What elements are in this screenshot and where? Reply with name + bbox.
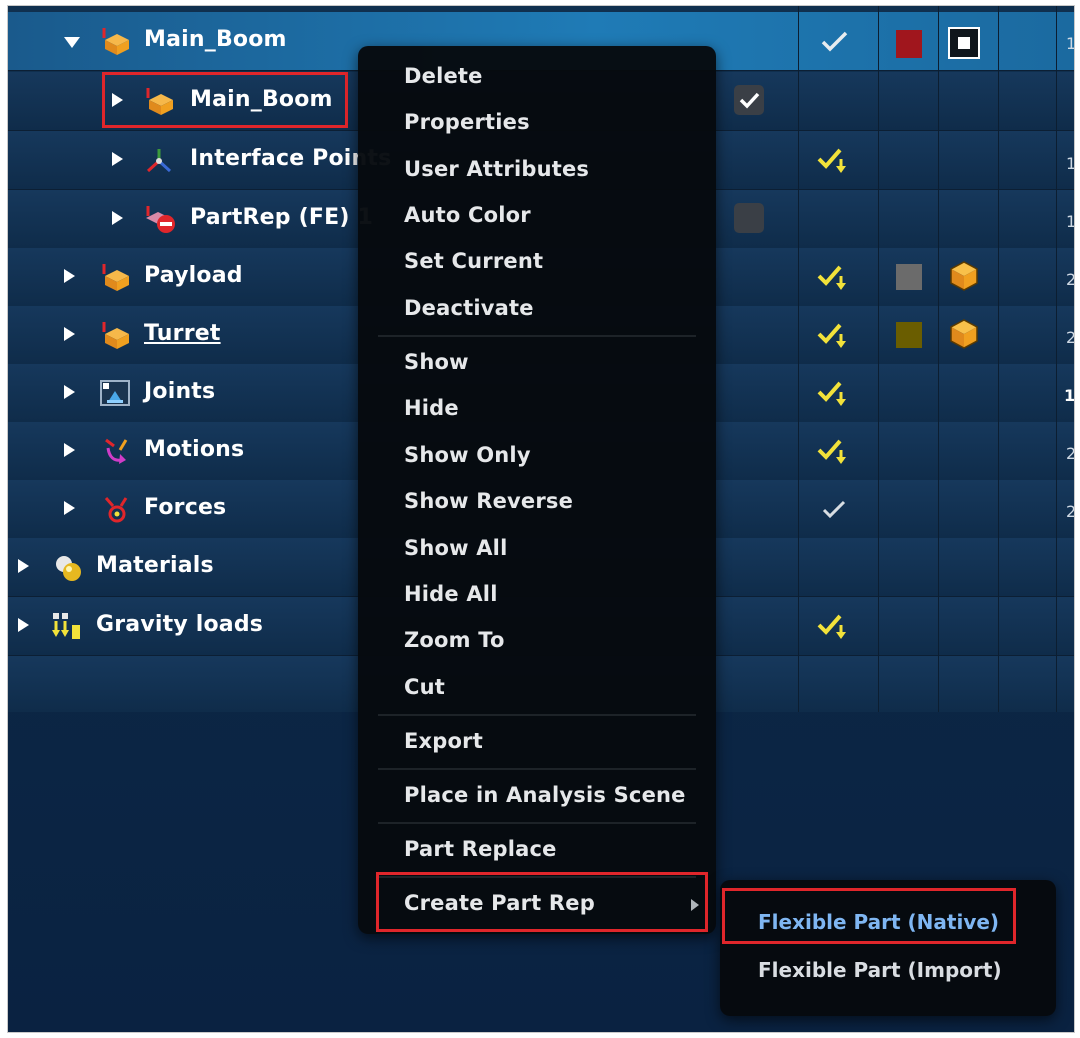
column-value: 1 [1066,34,1074,53]
menu-item-user-attributes[interactable]: User Attributes [404,157,589,181]
menu-separator [378,714,696,716]
column-value: 1 [1066,212,1074,231]
gravity-icon [52,613,80,639]
materials-icon [56,556,81,581]
check-icon [739,92,760,109]
menu-item-hide[interactable]: Hide [404,396,459,420]
collapse-arrow-icon[interactable] [64,37,80,48]
cube-icon[interactable] [948,260,980,292]
column-divider [998,6,999,712]
context-menu: Delete Properties User Attributes Auto C… [358,46,716,934]
tree-row-label: Gravity loads [96,612,264,637]
force-icon [104,497,128,523]
part-icon [102,264,129,291]
column-divider [878,6,879,712]
no-entry-icon [146,206,175,233]
color-swatch[interactable] [896,322,922,348]
highlight-frame [102,72,348,128]
tree-row-label: Forces [144,495,227,520]
menu-separator [378,822,696,824]
tree-row-label: PartRep (FE) 1 [190,205,373,230]
column-divider [938,6,939,712]
column-value: 1 [1064,386,1074,405]
expand-arrow-icon[interactable] [18,618,29,632]
expand-arrow-icon[interactable] [112,211,123,225]
menu-item-show-all[interactable]: Show All [404,536,507,560]
menu-item-auto-color[interactable]: Auto Color [404,203,531,227]
check-icon[interactable] [818,26,852,56]
column-value: 1 [1066,154,1074,173]
checkbox-checked[interactable] [734,85,764,115]
menu-item-hide-all[interactable]: Hide All [404,582,498,606]
tree-row-label: Materials [96,553,214,578]
menu-item-delete[interactable]: Delete [404,64,483,88]
expand-arrow-icon[interactable] [64,501,75,515]
tree-row-label: Motions [144,437,245,462]
highlight-frame [722,888,1016,944]
menu-separator [378,768,696,770]
expand-arrow-icon[interactable] [18,559,29,573]
column-value: 2 [1066,444,1074,463]
expand-arrow-icon[interactable] [64,443,75,457]
check-down-arrow-icon[interactable] [816,320,850,350]
motion-icon [105,438,128,464]
menu-item-show-only[interactable]: Show Only [404,443,531,467]
tree-row-label: Turret [144,321,221,346]
expand-arrow-icon[interactable] [64,269,75,283]
part-icon [102,28,129,55]
menu-item-export[interactable]: Export [404,729,483,753]
color-swatch[interactable] [896,30,922,58]
expand-arrow-icon[interactable] [112,152,123,166]
display-mode-icon[interactable] [948,27,980,59]
tree-row-label: Main_Boom [144,27,287,52]
menu-item-properties[interactable]: Properties [404,110,530,134]
check-icon[interactable] [818,494,852,524]
column-value: 2 [1066,328,1074,347]
color-swatch[interactable] [896,264,922,290]
tree-row-label: Joints [144,379,216,404]
axes-icon [146,149,172,173]
model-browser: Main_Boom Main_Boom Interface Points Par… [8,6,1074,1032]
column-value: 2 [1066,270,1074,289]
column-divider [1056,6,1057,712]
expand-arrow-icon[interactable] [64,385,75,399]
menu-item-show-reverse[interactable]: Show Reverse [404,489,573,513]
checkbox-unchecked[interactable] [734,203,764,233]
part-icon [102,322,129,349]
cube-icon[interactable] [948,318,980,350]
menu-item-set-current[interactable]: Set Current [404,249,543,273]
menu-item-zoom-to[interactable]: Zoom To [404,628,505,652]
check-down-arrow-icon[interactable] [816,262,850,292]
menu-item-cut[interactable]: Cut [404,675,445,699]
check-down-arrow-icon[interactable] [816,145,850,175]
expand-arrow-icon[interactable] [64,327,75,341]
menu-item-part-replace[interactable]: Part Replace [404,837,557,861]
highlight-frame [376,872,708,932]
submenu-item-flexible-part-import[interactable]: Flexible Part (Import) [758,958,1002,982]
check-down-arrow-icon[interactable] [816,378,850,408]
check-down-arrow-icon[interactable] [816,436,850,466]
column-divider [798,6,799,712]
joint-icon [100,380,130,406]
tree-row-label: Payload [144,263,243,288]
column-value: 2 [1066,502,1074,521]
menu-item-show[interactable]: Show [404,350,469,374]
menu-separator [378,335,696,337]
menu-item-deactivate[interactable]: Deactivate [404,296,534,320]
check-down-arrow-icon[interactable] [816,611,850,641]
menu-item-place-in-analysis-scene[interactable]: Place in Analysis Scene [404,783,686,807]
